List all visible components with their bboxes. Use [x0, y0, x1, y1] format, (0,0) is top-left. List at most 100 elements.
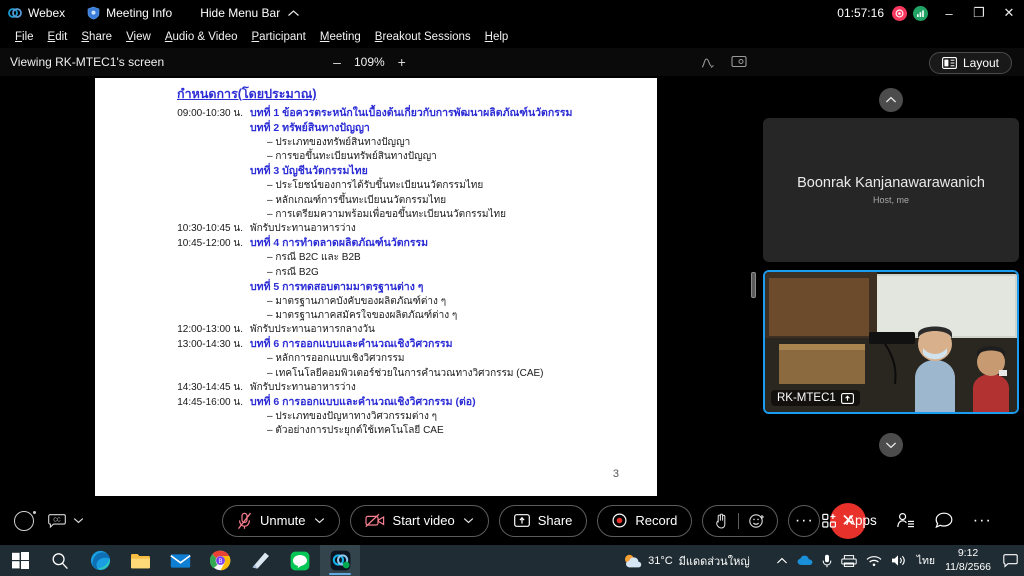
maximize-restore-button[interactable]: ❐ [964, 0, 994, 26]
hide-menu-bar-button[interactable]: Hide Menu Bar [200, 6, 300, 20]
onedrive-icon[interactable] [797, 555, 813, 566]
chevron-up-icon[interactable] [776, 557, 788, 565]
agenda-row: 10:45-12:00 น. บทที่ 4 การทำตลาดผลิตภัณฑ… [95, 236, 657, 251]
agenda-text: บทที่ 2 ทรัพย์สินทางปัญญา [250, 122, 370, 135]
unmute-label: Unmute [260, 513, 306, 528]
meeting-info-label: Meeting Info [106, 6, 173, 20]
agenda-text: พักรับประทานอาหารกลางวัน [250, 323, 375, 335]
menu-audio-video[interactable]: Audio & Video [158, 31, 245, 43]
apps-button[interactable]: Apps [822, 513, 877, 529]
participants-list-icon[interactable] [897, 512, 915, 529]
closed-captions-button[interactable]: CC [48, 513, 84, 528]
meeting-info-button[interactable]: Meeting Info [87, 6, 172, 20]
menu-view[interactable]: View [119, 31, 158, 43]
windows-taskbar: B 31°C มีแดดส่วนใหญ่ ไทย 9:12 11/8/2566 [0, 545, 1024, 576]
line-button[interactable] [280, 545, 320, 576]
menu-share[interactable]: Share [74, 31, 119, 43]
agenda-row: 09:00-10:30 น. บทที่ 1 ข้อควรตระหนักในเบ… [95, 106, 657, 121]
recording-status-icon[interactable] [14, 510, 36, 531]
agenda-row: – ประโยชน์ของการได้รับขึ้นทะเบียนนวัตกรร… [95, 179, 657, 193]
layout-button-label: Layout [962, 56, 999, 70]
screen-capture-icon[interactable] [731, 55, 747, 69]
recording-indicator-icon[interactable] [892, 5, 907, 21]
mail-button[interactable] [160, 545, 200, 576]
menu-participant[interactable]: Participant [245, 31, 313, 43]
notification-button[interactable] [1003, 553, 1018, 568]
zoom-in-button[interactable]: + [395, 54, 409, 70]
closed-captions-icon: CC [48, 513, 66, 528]
taskbar-clock[interactable]: 9:12 11/8/2566 [945, 547, 991, 573]
start-video-button[interactable]: Start video [349, 504, 489, 537]
agenda-row: บทที่ 5 การทดสอบตามมาตรฐานต่าง ๆ [95, 280, 657, 295]
agenda-row: – ประเภทของทรัพย์สินทางปัญญา [95, 136, 657, 150]
zoom-out-button[interactable]: – [330, 54, 344, 70]
unmute-button[interactable]: Unmute [222, 504, 340, 537]
minimize-button[interactable]: – [934, 0, 964, 26]
agenda-text: บทที่ 4 การทำตลาดผลิตภัณฑ์นวัตกรรม [250, 237, 429, 250]
close-window-button[interactable]: ✕ [994, 0, 1024, 26]
clock-time: 9:12 [957, 547, 979, 560]
menu-file[interactable]: File [8, 31, 41, 43]
more-options-button[interactable]: ··· [788, 504, 821, 537]
record-label: Record [635, 513, 678, 528]
start-button[interactable] [0, 545, 40, 576]
layout-button[interactable]: Layout [928, 52, 1012, 74]
wifi-icon[interactable] [866, 555, 882, 567]
printer-icon[interactable] [841, 554, 857, 567]
agenda-text: – ประเภทของปัญหาทางวิศวกรรมต่าง ๆ [267, 411, 438, 423]
search-button[interactable] [40, 545, 80, 576]
running-indicator [329, 573, 351, 575]
file-explorer-icon [130, 553, 150, 568]
shared-slide: กำหนดการ(โดยประมาณ) 09:00-10:30 น. บทที่… [95, 78, 657, 496]
menu-breakout-sessions[interactable]: Breakout Sessions [368, 31, 478, 43]
file-explorer-button[interactable] [120, 545, 160, 576]
weather-temperature: 31°C [648, 554, 673, 567]
partly-sunny-icon [623, 553, 642, 569]
chevron-down-icon[interactable] [463, 517, 474, 524]
agenda-row: – มาตรฐานภาคสมัครใจของผลิตภัณฑ์ต่าง ๆ [95, 309, 657, 323]
hide-menu-bar-label: Hide Menu Bar [200, 6, 281, 20]
more-menu-button[interactable]: ··· [973, 512, 992, 530]
participant-tile-presenter[interactable]: RK-MTEC1 [763, 270, 1019, 414]
weather-widget[interactable]: 31°C มีแดดส่วนใหญ่ [623, 552, 750, 570]
scrollbar-thumb[interactable] [751, 272, 756, 298]
microphone-icon[interactable] [822, 554, 832, 568]
apps-label: Apps [846, 513, 877, 528]
language-indicator[interactable]: ไทย [917, 552, 935, 569]
share-button[interactable]: Share [498, 504, 588, 537]
menu-edit[interactable]: Edit [41, 31, 75, 43]
agenda-list: 09:00-10:30 น. บทที่ 1 ข้อควรตระหนักในเบ… [95, 106, 657, 438]
emoji-reaction-icon[interactable] [749, 513, 765, 529]
shared-screen-tools [700, 48, 747, 76]
menu-meeting[interactable]: Meeting [313, 31, 368, 43]
sticky-notes-button[interactable] [240, 545, 280, 576]
microphone-muted-icon [237, 512, 252, 530]
volume-icon[interactable] [891, 554, 907, 567]
webex-button[interactable] [320, 545, 360, 576]
slide-title: กำหนดการ(โดยประมาณ) [177, 87, 317, 101]
record-button[interactable]: Record [597, 504, 693, 537]
agenda-time: 13:00-14:30 น. [177, 339, 243, 351]
agenda-time: 10:30-10:45 น. [177, 222, 243, 234]
edge-button[interactable] [80, 545, 120, 576]
shared-screen-stage[interactable]: กำหนดการ(โดยประมาณ) 09:00-10:30 น. บทที่… [0, 76, 750, 496]
chrome-button[interactable]: B [200, 545, 240, 576]
participant-tile-host[interactable]: Boonrak Kanjanawarawanich Host, me [763, 118, 1019, 262]
chevron-down-icon[interactable] [73, 517, 84, 524]
search-icon [52, 552, 68, 569]
chat-bubble-icon[interactable] [935, 512, 953, 529]
participant-name: Boonrak Kanjanawarawanich [797, 175, 985, 191]
agenda-time: 12:00-13:00 น. [177, 323, 243, 335]
raise-hand-icon[interactable] [715, 513, 728, 529]
chevron-down-icon[interactable] [314, 517, 325, 524]
network-signal-icon[interactable] [913, 5, 928, 21]
annotate-pen-icon[interactable] [700, 55, 715, 70]
google-chrome-icon: B [209, 550, 230, 571]
scroll-up-button[interactable] [878, 88, 903, 112]
menu-help[interactable]: Help [478, 31, 516, 43]
scroll-down-button[interactable] [878, 433, 903, 457]
viewing-status-label: Viewing RK-MTEC1's screen [10, 55, 165, 69]
panel-scrollbar[interactable] [750, 76, 757, 496]
shield-icon [87, 6, 100, 20]
agenda-text: – หลักเกณฑ์การขึ้นทะเบียนนวัตกรรมไทย [267, 194, 447, 206]
